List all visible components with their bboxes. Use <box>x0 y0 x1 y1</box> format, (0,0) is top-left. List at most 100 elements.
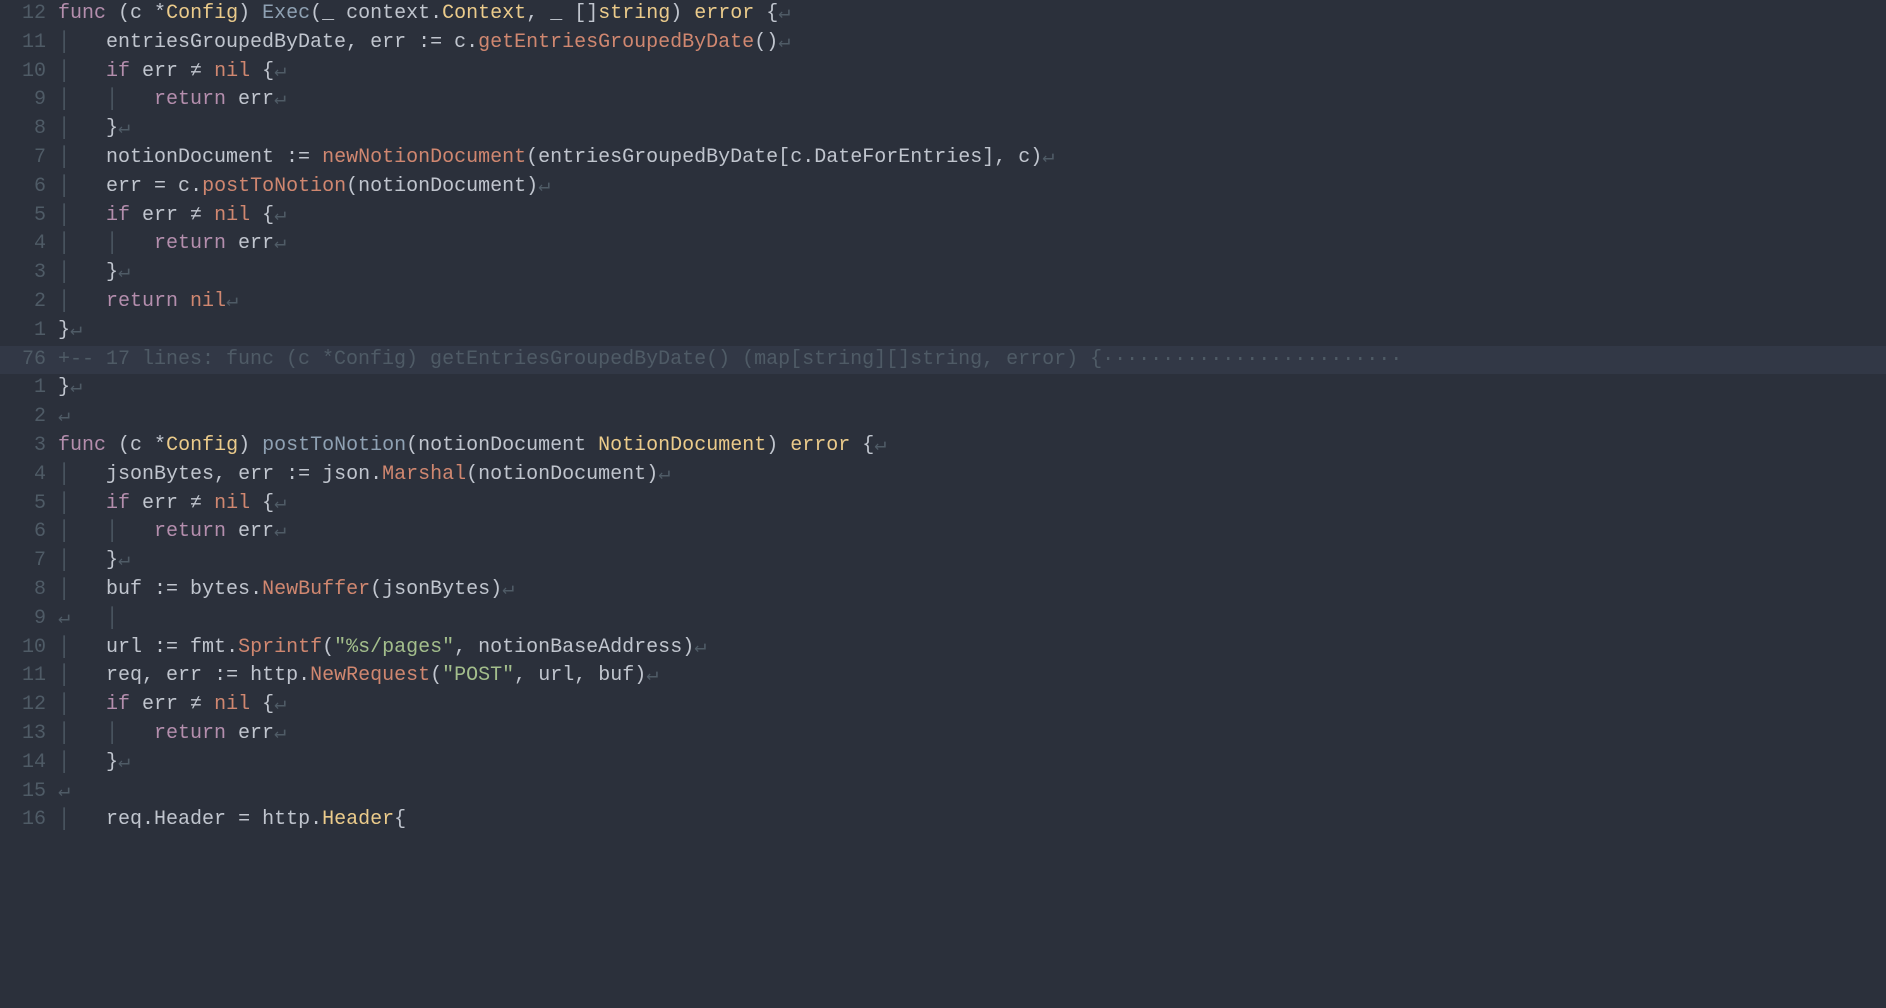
token-punc: { <box>250 693 274 716</box>
code-line[interactable]: 16│ req.Header = http.Header{ <box>0 806 1886 835</box>
code-content[interactable]: │ return nil↵ <box>58 288 1886 317</box>
code-line[interactable]: 7│ notionDocument := newNotionDocument(e… <box>0 144 1886 173</box>
token-fn: postToNotion <box>262 434 406 457</box>
code-line[interactable]: 14│ }↵ <box>0 749 1886 778</box>
token-type: Header <box>322 808 394 831</box>
line-number: 8 <box>0 115 58 144</box>
token-punc: , <box>454 636 478 659</box>
token-punc: , <box>346 31 370 54</box>
code-content[interactable]: │ req.Header = http.Header{ <box>58 806 1886 835</box>
token-eol: ↵ <box>118 117 130 140</box>
line-number: 1 <box>0 317 58 346</box>
token-kw: if <box>106 204 142 227</box>
code-content[interactable]: │ }↵ <box>58 115 1886 144</box>
code-content[interactable]: ↵ <box>58 403 1886 432</box>
token-eol: ↵ <box>274 492 286 515</box>
token-op: := <box>142 636 190 659</box>
code-content[interactable]: │ notionDocument := newNotionDocument(en… <box>58 144 1886 173</box>
code-line[interactable]: 11│ entriesGroupedByDate, err := c.getEn… <box>0 29 1886 58</box>
code-content[interactable]: │ if err ≠ nil {↵ <box>58 691 1886 720</box>
line-number: 6 <box>0 518 58 547</box>
code-content[interactable]: │ }↵ <box>58 547 1886 576</box>
code-content[interactable]: │ req, err := http.NewRequest("POST", ur… <box>58 662 1886 691</box>
token-ident: err <box>142 204 178 227</box>
token-eol: ↵ <box>1042 146 1054 169</box>
token-cfn: getEntriesGroupedByDate <box>478 31 754 54</box>
code-line[interactable]: 10│ url := fmt.Sprintf("%s/pages", notio… <box>0 634 1886 663</box>
token-type: error <box>790 434 850 457</box>
code-line[interactable]: 12func (c *Config) Exec(_ context.Contex… <box>0 0 1886 29</box>
code-content[interactable]: │ }↵ <box>58 259 1886 288</box>
code-line[interactable]: 13│ │ return err↵ <box>0 720 1886 749</box>
code-content[interactable]: │ }↵ <box>58 749 1886 778</box>
token-op: = <box>226 808 262 831</box>
code-content[interactable]: │ │ return err↵ <box>58 518 1886 547</box>
token-eol: ↵ <box>274 88 286 111</box>
code-line[interactable]: 11│ req, err := http.NewRequest("POST", … <box>0 662 1886 691</box>
folded-line[interactable]: 76+-- 17 lines: func (c *Config) getEntr… <box>0 346 1886 375</box>
token-ident: err <box>142 693 178 716</box>
code-content[interactable]: }↵ <box>58 317 1886 346</box>
token-ident: notionDocument <box>478 463 646 486</box>
code-line[interactable]: 3│ }↵ <box>0 259 1886 288</box>
token-punc: ], <box>982 146 1018 169</box>
token-guide: │ <box>58 463 106 486</box>
token-ident: c <box>130 434 154 457</box>
token-punc: [] <box>574 2 598 25</box>
code-line[interactable]: 5│ if err ≠ nil {↵ <box>0 202 1886 231</box>
token-punc: () <box>754 31 778 54</box>
code-content[interactable]: ↵ │ <box>58 605 1886 634</box>
code-line[interactable]: 1}↵ <box>0 317 1886 346</box>
token-punc: } <box>106 117 118 140</box>
code-line[interactable]: 3func (c *Config) postToNotion(notionDoc… <box>0 432 1886 461</box>
code-content[interactable]: │ if err ≠ nil {↵ <box>58 58 1886 87</box>
code-content[interactable]: │ url := fmt.Sprintf("%s/pages", notionB… <box>58 634 1886 663</box>
token-eol: ↵ <box>118 261 130 284</box>
token-punc: } <box>58 319 70 342</box>
line-number: 7 <box>0 144 58 173</box>
code-editor[interactable]: 12func (c *Config) Exec(_ context.Contex… <box>0 0 1886 835</box>
code-content[interactable]: │ if err ≠ nil {↵ <box>58 202 1886 231</box>
token-punc: { <box>250 492 274 515</box>
code-line[interactable]: 9│ │ return err↵ <box>0 86 1886 115</box>
code-content[interactable]: │ jsonBytes, err := json.Marshal(notionD… <box>58 461 1886 490</box>
code-line[interactable]: 9↵ │ <box>0 605 1886 634</box>
code-content[interactable]: │ │ return err↵ <box>58 720 1886 749</box>
code-line[interactable]: 1}↵ <box>0 374 1886 403</box>
code-content[interactable]: │ buf := bytes.NewBuffer(jsonBytes)↵ <box>58 576 1886 605</box>
code-content[interactable]: func (c *Config) postToNotion(notionDocu… <box>58 432 1886 461</box>
code-content[interactable]: │ │ return err↵ <box>58 86 1886 115</box>
token-punc: , <box>514 664 538 687</box>
code-line[interactable]: 6│ │ return err↵ <box>0 518 1886 547</box>
code-line[interactable]: 2│ return nil↵ <box>0 288 1886 317</box>
code-line[interactable]: 6│ err = c.postToNotion(notionDocument)↵ <box>0 173 1886 202</box>
code-content[interactable]: ↵ <box>58 778 1886 807</box>
code-content[interactable]: func (c *Config) Exec(_ context.Context,… <box>58 0 1886 29</box>
code-content[interactable]: │ err = c.postToNotion(notionDocument)↵ <box>58 173 1886 202</box>
code-line[interactable]: 15↵ <box>0 778 1886 807</box>
token-punc: . <box>298 664 310 687</box>
line-number: 76 <box>0 346 58 375</box>
token-eol: ↵ <box>226 290 238 313</box>
code-content[interactable]: }↵ <box>58 374 1886 403</box>
code-line[interactable]: 4│ │ return err↵ <box>0 230 1886 259</box>
code-content[interactable]: │ if err ≠ nil {↵ <box>58 490 1886 519</box>
code-line[interactable]: 4│ jsonBytes, err := json.Marshal(notion… <box>0 461 1886 490</box>
token-ident: err <box>238 520 274 543</box>
token-kw: return <box>154 520 238 543</box>
line-number: 11 <box>0 662 58 691</box>
code-line[interactable]: 10│ if err ≠ nil {↵ <box>0 58 1886 87</box>
line-number: 1 <box>0 374 58 403</box>
code-content[interactable]: │ │ return err↵ <box>58 230 1886 259</box>
code-content[interactable]: │ entriesGroupedByDate, err := c.getEntr… <box>58 29 1886 58</box>
code-line[interactable]: 8│ }↵ <box>0 115 1886 144</box>
code-line[interactable]: 12│ if err ≠ nil {↵ <box>0 691 1886 720</box>
code-content[interactable]: +-- 17 lines: func (c *Config) getEntrie… <box>58 346 1886 375</box>
code-line[interactable]: 8│ buf := bytes.NewBuffer(jsonBytes)↵ <box>0 576 1886 605</box>
code-line[interactable]: 2↵ <box>0 403 1886 432</box>
token-punc: } <box>106 261 118 284</box>
token-op: ≠ <box>178 204 214 227</box>
code-line[interactable]: 7│ }↵ <box>0 547 1886 576</box>
code-line[interactable]: 5│ if err ≠ nil {↵ <box>0 490 1886 519</box>
token-kw: return <box>154 232 238 255</box>
